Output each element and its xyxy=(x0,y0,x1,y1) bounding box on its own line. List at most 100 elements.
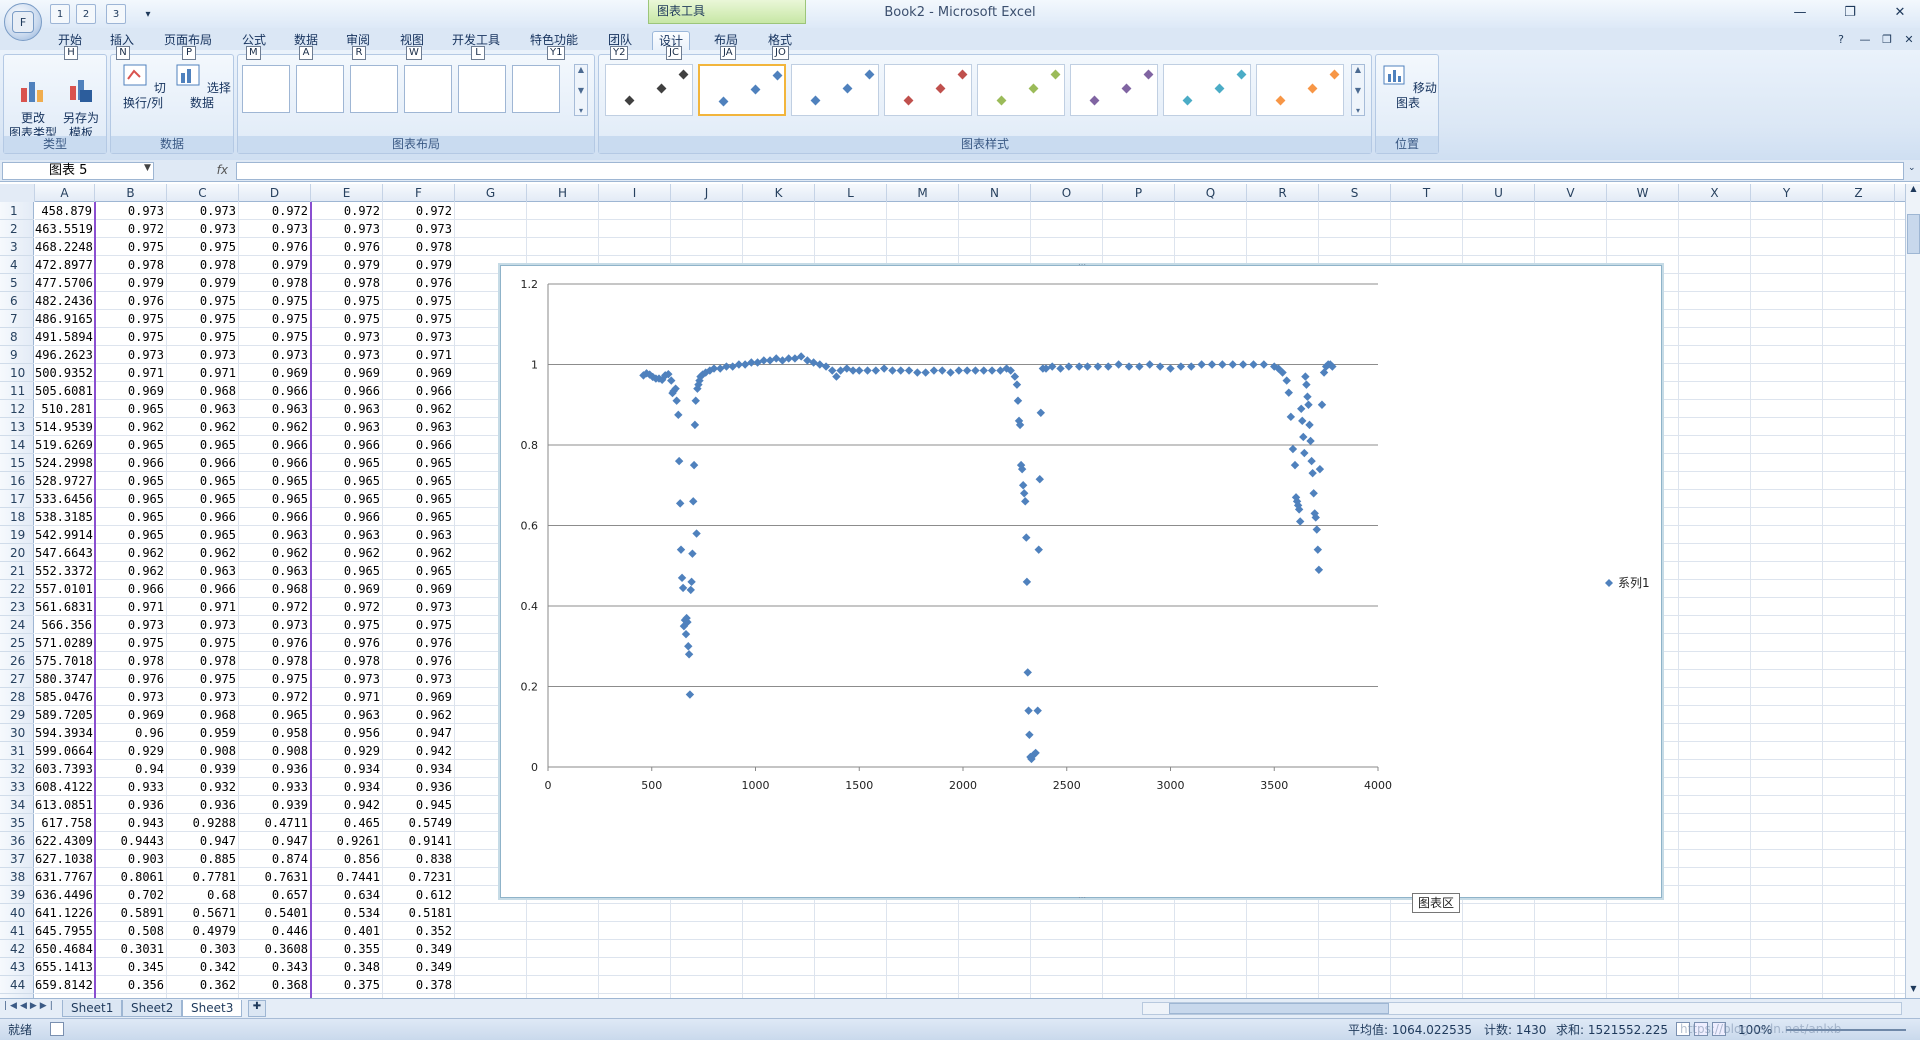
cell[interactable]: 0.966 xyxy=(383,436,455,454)
vertical-scrollbar[interactable]: ▲ ▼ xyxy=(1905,184,1920,998)
cell[interactable]: 0.979 xyxy=(311,256,383,274)
data-point[interactable] xyxy=(1313,545,1323,554)
cell[interactable]: 0.5671 xyxy=(167,904,239,922)
cell[interactable]: 0.966 xyxy=(239,382,311,400)
data-point[interactable] xyxy=(1305,420,1314,430)
cell[interactable]: 0.343 xyxy=(239,958,311,976)
cell[interactable]: 0.975 xyxy=(311,310,383,328)
cell[interactable]: 0.976 xyxy=(239,238,311,256)
sheet-tab-3[interactable]: Sheet3 xyxy=(182,1000,243,1017)
data-point[interactable] xyxy=(1023,668,1032,677)
row-header[interactable]: 8 xyxy=(0,328,34,346)
cell[interactable]: 0.973 xyxy=(95,616,167,634)
row-header[interactable]: 43 xyxy=(0,958,34,976)
chart-layout-1[interactable] xyxy=(242,65,290,113)
column-header-k[interactable]: K xyxy=(743,184,815,202)
cell[interactable]: 542.9914 xyxy=(35,526,95,544)
cell[interactable]: 0.378 xyxy=(383,976,455,994)
data-point[interactable] xyxy=(1302,380,1311,389)
data-point[interactable] xyxy=(1317,400,1327,409)
data-point[interactable] xyxy=(987,366,997,375)
cell[interactable]: 0.965 xyxy=(167,436,239,454)
row-header[interactable]: 32 xyxy=(0,760,34,778)
column-header-l[interactable]: L xyxy=(815,184,887,202)
cell[interactable]: 0.958 xyxy=(239,724,311,742)
cell[interactable]: 0.534 xyxy=(311,904,383,922)
data-point[interactable] xyxy=(855,366,864,375)
column-header-p[interactable]: P xyxy=(1103,184,1175,202)
row-header[interactable]: 36 xyxy=(0,832,34,850)
cell[interactable]: 0.973 xyxy=(383,220,455,238)
cell[interactable]: 0.933 xyxy=(239,778,311,796)
data-point[interactable] xyxy=(809,358,818,367)
column-header-n[interactable]: N xyxy=(959,184,1031,202)
cell[interactable]: 0.976 xyxy=(383,274,455,292)
cell[interactable]: 0.978 xyxy=(95,256,167,274)
cell[interactable]: 0.908 xyxy=(239,742,311,760)
select-data-button[interactable]: 选择数据 xyxy=(173,61,231,111)
cell[interactable]: 0.965 xyxy=(239,490,311,508)
row-header[interactable]: 17 xyxy=(0,490,34,508)
data-point[interactable] xyxy=(688,549,697,558)
data-point[interactable] xyxy=(1022,533,1031,542)
row-header[interactable]: 44 xyxy=(0,976,34,994)
sheet-nav-arrows-icon[interactable]: |◀◀▶▶| xyxy=(4,1001,56,1011)
cell[interactable]: 0.965 xyxy=(95,508,167,526)
cell[interactable]: 0.976 xyxy=(95,670,167,688)
cell[interactable]: 0.971 xyxy=(95,598,167,616)
data-point[interactable] xyxy=(1282,376,1291,385)
row-header[interactable]: 28 xyxy=(0,688,34,706)
cell[interactable]: 0.947 xyxy=(383,724,455,742)
cell[interactable]: 0.965 xyxy=(383,472,455,490)
cell[interactable]: 0.934 xyxy=(311,778,383,796)
cell[interactable]: 0.966 xyxy=(167,454,239,472)
cell[interactable]: 0.962 xyxy=(383,706,455,724)
sheet-tab-1[interactable]: Sheet1 xyxy=(62,1000,123,1017)
data-point[interactable] xyxy=(971,366,980,375)
row-header[interactable]: 11 xyxy=(0,382,34,400)
data-point[interactable] xyxy=(765,356,775,365)
data-point[interactable] xyxy=(1075,362,1084,371)
cell[interactable]: 0.702 xyxy=(95,886,167,904)
data-point[interactable] xyxy=(896,366,905,375)
data-point[interactable] xyxy=(681,629,691,639)
cell[interactable]: 0.975 xyxy=(383,310,455,328)
row-header[interactable]: 9 xyxy=(0,346,34,364)
row-header[interactable]: 5 xyxy=(0,274,34,292)
row-header[interactable]: 7 xyxy=(0,310,34,328)
column-header-f[interactable]: F xyxy=(383,184,455,202)
cell[interactable]: 0.345 xyxy=(95,958,167,976)
data-point[interactable] xyxy=(871,366,881,375)
cell[interactable]: 0.971 xyxy=(95,364,167,382)
cell[interactable]: 0.973 xyxy=(311,346,383,364)
row-header[interactable]: 35 xyxy=(0,814,34,832)
cell[interactable]: 0.975 xyxy=(311,292,383,310)
undo-icon[interactable]: 2 xyxy=(76,4,96,24)
row-header[interactable]: 25 xyxy=(0,634,34,652)
cell[interactable]: 0.978 xyxy=(311,274,383,292)
data-point[interactable] xyxy=(1022,577,1032,587)
cell[interactable]: 0.978 xyxy=(239,652,311,670)
data-point[interactable] xyxy=(1238,360,1248,369)
data-point[interactable] xyxy=(996,366,1005,375)
cell[interactable]: 0.976 xyxy=(239,634,311,652)
chart-layout-2[interactable] xyxy=(296,65,344,113)
cell[interactable]: 0.368 xyxy=(239,976,311,994)
cell[interactable]: 589.7205 xyxy=(35,706,95,724)
column-header-g[interactable]: G xyxy=(455,184,527,202)
cell[interactable]: 0.966 xyxy=(95,454,167,472)
row-header[interactable]: 40 xyxy=(0,904,34,922)
data-point[interactable] xyxy=(1083,362,1092,371)
formula-input[interactable] xyxy=(236,162,1904,180)
cell[interactable]: 0.939 xyxy=(167,760,239,778)
cell[interactable]: 0.874 xyxy=(239,850,311,868)
cell[interactable]: 0.943 xyxy=(95,814,167,832)
cell[interactable]: 0.7631 xyxy=(239,868,311,886)
cell[interactable]: 0.973 xyxy=(311,328,383,346)
column-header-x[interactable]: X xyxy=(1679,184,1751,202)
cell[interactable]: 0.965 xyxy=(167,526,239,544)
data-point[interactable] xyxy=(678,583,688,593)
cell[interactable]: 585.0476 xyxy=(35,688,95,706)
cell[interactable]: 0.962 xyxy=(167,544,239,562)
data-point[interactable] xyxy=(1093,362,1103,371)
